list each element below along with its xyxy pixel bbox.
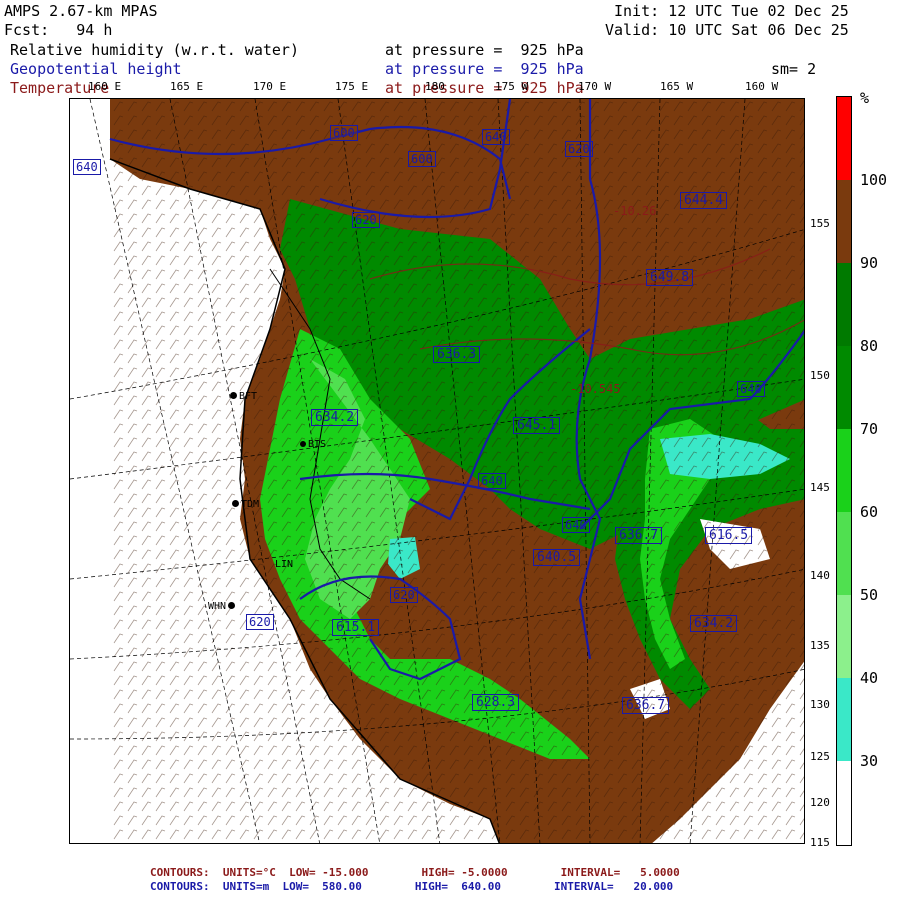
station-whn: WHN bbox=[208, 601, 236, 612]
lon-label: 180 bbox=[425, 80, 445, 93]
high-center-label: 645.1 bbox=[513, 417, 561, 434]
lat-label: 135 bbox=[810, 639, 830, 652]
height-label: 620 bbox=[565, 141, 593, 157]
lon-label: 160 E bbox=[88, 80, 122, 93]
station-label: BIS bbox=[308, 439, 327, 450]
colorbar-segment-90-100 bbox=[837, 180, 851, 263]
lat-label: 125 bbox=[810, 750, 830, 763]
temp-label: -10.26 bbox=[613, 204, 657, 218]
field1-level: at pressure = 925 hPa bbox=[385, 41, 584, 59]
colorbar-segment-70-80 bbox=[837, 346, 851, 429]
temp-label: -10.545 bbox=[570, 382, 621, 396]
colorbar-segment-30-40 bbox=[837, 678, 851, 761]
colorbar bbox=[836, 96, 852, 846]
field3-level: at pressure = 925 hPa bbox=[385, 79, 584, 97]
high-center-label: 634.2 bbox=[690, 615, 738, 632]
colorbar-label: 40 bbox=[860, 669, 879, 687]
colorbar-segment-50-60 bbox=[837, 512, 851, 595]
station-tdm: TDM bbox=[232, 499, 259, 510]
lat-label: 140 bbox=[810, 569, 830, 582]
colorbar-label: 80 bbox=[860, 337, 879, 355]
high-center-label: 636.3 bbox=[433, 346, 481, 363]
station-dot-icon bbox=[228, 602, 236, 609]
lat-label: 120 bbox=[810, 796, 830, 809]
colorbar-segment-below-30 bbox=[837, 761, 851, 843]
lon-label: 165 E bbox=[170, 80, 204, 93]
temp-contour-info: CONTOURS: UNITS=°C LOW= -15.000 HIGH= -5… bbox=[150, 866, 680, 879]
high-center-label: 634.2 bbox=[311, 409, 359, 426]
map-panel: BFT TDM WHN LIN BIS 600 600 620 640 620 … bbox=[69, 98, 805, 844]
lat-label: 130 bbox=[810, 698, 830, 711]
colorbar-segment-40-50 bbox=[837, 595, 851, 678]
smoothing-label: sm= 2 bbox=[771, 60, 817, 78]
map-svg bbox=[70, 99, 804, 843]
station-label: TDM bbox=[241, 499, 260, 510]
lat-label: 145 bbox=[810, 481, 830, 494]
station-label: LIN bbox=[275, 559, 294, 570]
model-title: AMPS 2.67-km MPAS bbox=[4, 2, 158, 20]
height-label: 620 bbox=[246, 614, 274, 630]
height-contour-info: CONTOURS: UNITS=m LOW= 580.00 HIGH= 640.… bbox=[150, 880, 674, 893]
high-center-label: 649.8 bbox=[646, 269, 694, 286]
station-lin: LIN bbox=[275, 559, 293, 570]
field2-level: at pressure = 925 hPa bbox=[385, 60, 584, 78]
colorbar-segment-80-90 bbox=[837, 263, 851, 346]
colorbar-segment-above-100 bbox=[837, 97, 851, 180]
high-center-label: 644.4 bbox=[680, 192, 728, 209]
lon-label: 170 E bbox=[253, 80, 287, 93]
colorbar-segment-60-70 bbox=[837, 429, 851, 512]
colorbar-label: 50 bbox=[860, 586, 879, 604]
colorbar-label: 30 bbox=[860, 752, 879, 770]
lon-label: 175 E bbox=[335, 80, 369, 93]
colorbar-label: 70 bbox=[860, 420, 879, 438]
colorbar-unit: % bbox=[860, 89, 870, 107]
high-center-label: 628.3 bbox=[472, 694, 520, 711]
height-label: 640 bbox=[562, 517, 590, 533]
height-label: 600 bbox=[408, 151, 436, 167]
forecast-hour: Fcst: 94 h bbox=[4, 21, 113, 39]
lat-label: 115 bbox=[810, 836, 830, 849]
lon-label: 160 W bbox=[745, 80, 779, 93]
valid-time: Valid: 10 UTC Sat 06 Dec 25 bbox=[605, 21, 849, 39]
field1-label: Relative humidity (w.r.t. water) bbox=[10, 41, 299, 59]
height-label: 620 bbox=[390, 587, 418, 603]
station-bft: BFT bbox=[230, 391, 257, 402]
station-dot-icon bbox=[232, 500, 239, 507]
height-label: 640 bbox=[478, 473, 506, 489]
station-label: WHN bbox=[208, 601, 227, 612]
init-time: Init: 12 UTC Tue 02 Dec 25 bbox=[614, 2, 849, 20]
field2-label: Geopotential height bbox=[10, 60, 182, 78]
high-center-label: 616.5 bbox=[705, 527, 753, 544]
station-dot-icon bbox=[230, 392, 237, 399]
high-center-label: 636.7 bbox=[615, 527, 663, 544]
height-label: 640 bbox=[737, 381, 765, 397]
high-center-label: 640.5 bbox=[533, 549, 581, 566]
station-dot-icon bbox=[300, 441, 306, 447]
height-label: 620 bbox=[352, 212, 380, 228]
lat-label: 150 bbox=[810, 369, 830, 382]
lon-label: 165 W bbox=[660, 80, 694, 93]
colorbar-label: 60 bbox=[860, 503, 879, 521]
lon-label: 170 W bbox=[578, 80, 612, 93]
colorbar-label: 100 bbox=[860, 171, 888, 189]
wind-barb-texture bbox=[110, 99, 804, 843]
lat-label: 155 bbox=[810, 217, 830, 230]
lon-label: 175 W bbox=[495, 80, 529, 93]
station-bis: BIS bbox=[300, 439, 326, 450]
height-label: 640 bbox=[482, 129, 510, 145]
height-label: 600 bbox=[330, 125, 358, 141]
colorbar-label: 90 bbox=[860, 254, 879, 272]
high-center-label: 636.7 bbox=[622, 697, 670, 714]
station-label: BFT bbox=[239, 391, 258, 402]
height-label: 640 bbox=[73, 159, 101, 175]
high-center-label: 615.1 bbox=[332, 619, 380, 636]
